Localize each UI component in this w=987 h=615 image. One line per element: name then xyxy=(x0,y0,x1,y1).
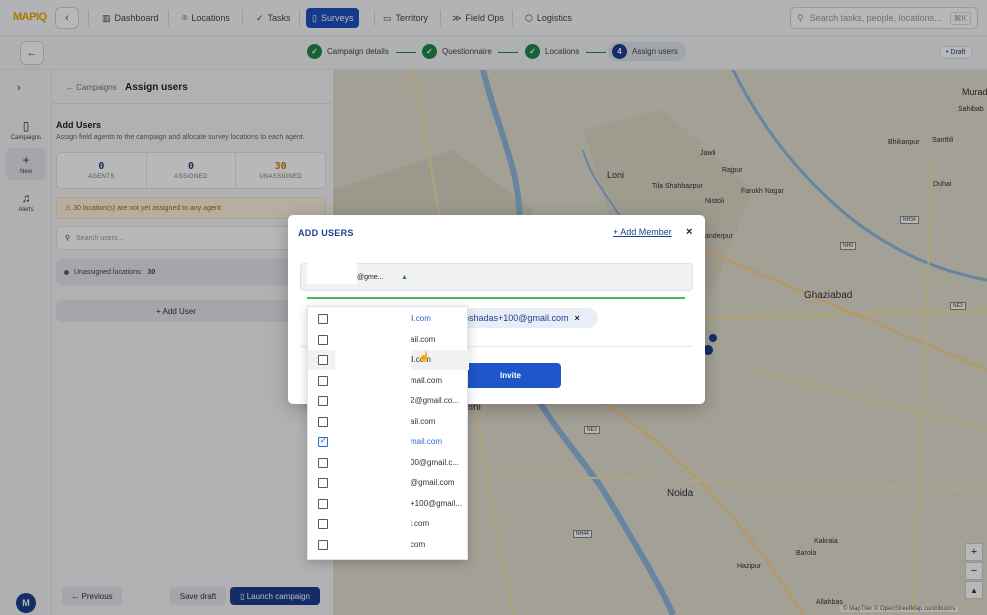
checkbox[interactable] xyxy=(318,355,328,365)
option-label: 00@gmail.c... xyxy=(410,458,460,467)
checkbox[interactable] xyxy=(318,396,328,406)
user-combobox[interactable]: @gme... ▲ xyxy=(300,260,693,291)
option-label: mail.com xyxy=(410,376,443,385)
checkbox[interactable] xyxy=(318,540,328,550)
checkbox[interactable] xyxy=(318,499,328,509)
redacted-area xyxy=(335,309,411,557)
modal-title: ADD USERS xyxy=(298,228,354,238)
option-label: il.com xyxy=(410,314,431,323)
pointer-cursor-icon: ☝ xyxy=(418,352,431,363)
combobox-value: @gme... xyxy=(357,274,384,281)
add-member-link[interactable]: + Add Member xyxy=(613,227,672,237)
focus-underline xyxy=(307,297,685,299)
checkbox-checked[interactable] xyxy=(318,436,328,447)
chip-remove-icon[interactable]: × xyxy=(574,313,579,323)
option-label: @gmail.com xyxy=(410,478,455,487)
checkbox[interactable] xyxy=(318,458,328,468)
option-label: mail.com xyxy=(410,437,443,446)
checkbox[interactable] xyxy=(318,478,328,488)
option-label: com xyxy=(410,540,426,549)
option-label: ail.com xyxy=(410,335,436,344)
checkbox[interactable] xyxy=(318,376,328,386)
checkbox[interactable] xyxy=(318,519,328,529)
checkbox[interactable] xyxy=(318,314,328,324)
chip-label: pshadas+100@gmail.com xyxy=(464,313,569,323)
option-label: +100@gmail... xyxy=(410,499,462,508)
user-dropdown: il.com ail.com il.com mail.com 2@gmail.c… xyxy=(307,306,469,560)
invite-button[interactable]: Invite xyxy=(460,363,561,388)
option-label: l.com xyxy=(410,519,430,528)
selected-user-chip[interactable]: pshadas+100@gmail.com × xyxy=(460,308,598,328)
close-icon[interactable]: × xyxy=(686,226,692,238)
caret-up-icon[interactable]: ▲ xyxy=(401,274,408,281)
option-label: ail.com xyxy=(410,417,436,426)
redacted-area xyxy=(307,260,357,284)
option-label: 2@gmail.co... xyxy=(410,396,460,405)
checkbox[interactable] xyxy=(318,417,328,427)
checkbox[interactable] xyxy=(318,335,328,345)
